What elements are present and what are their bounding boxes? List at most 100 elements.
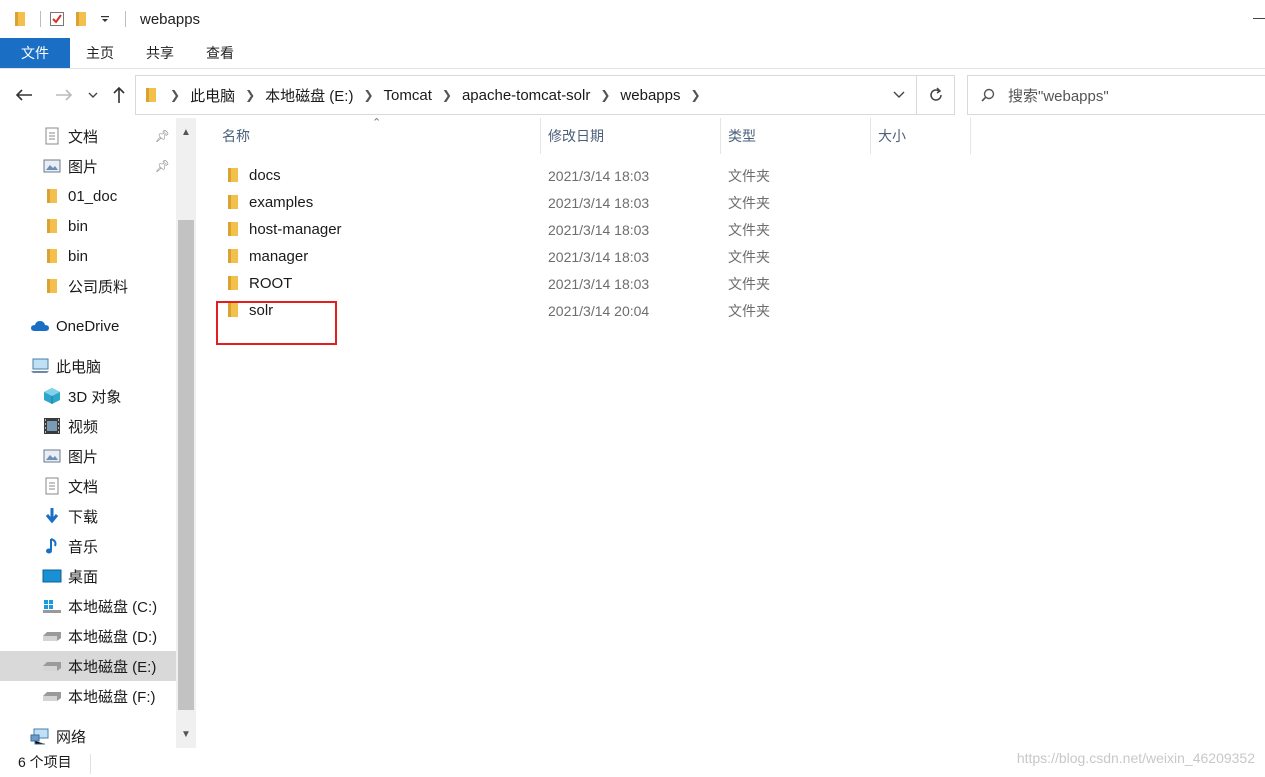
sidebar-item-drive-e[interactable]: 本地磁盘 (E:) <box>0 651 176 681</box>
file-modified: 2021/3/14 18:03 <box>548 275 650 292</box>
sidebar-item-bin[interactable]: bin <box>0 241 176 271</box>
column-header-type[interactable]: 类型 <box>728 118 756 154</box>
file-modified: 2021/3/14 18:03 <box>548 248 650 265</box>
file-row[interactable]: docs 2021/3/14 18:03 文件夹 <box>216 162 816 189</box>
back-button[interactable] <box>12 82 36 108</box>
sidebar-item-this-pc[interactable]: 此电脑 <box>0 351 176 381</box>
chevron-right-icon[interactable]: ❯ <box>594 88 616 102</box>
chevron-down-icon <box>88 92 98 98</box>
sidebar-item-videos[interactable]: 视频 <box>0 411 176 441</box>
folder-icon <box>42 216 62 236</box>
customize-dropdown-icon[interactable] <box>97 11 113 27</box>
forward-button[interactable] <box>52 82 76 108</box>
file-name: docs <box>249 167 281 184</box>
breadcrumb-apache-tomcat-solr[interactable]: apache-tomcat-solr <box>458 87 594 104</box>
sidebar-item-pictures[interactable]: 图片 <box>0 441 176 471</box>
column-divider[interactable] <box>720 118 721 154</box>
up-arrow-icon <box>113 86 125 103</box>
sidebar-item-documents-pinned[interactable]: 文档 📌︎ <box>0 121 176 151</box>
file-name: ROOT <box>249 275 293 292</box>
sidebar-item-documents[interactable]: 文档 <box>0 471 176 501</box>
recent-locations-button[interactable] <box>83 82 103 108</box>
address-history-button[interactable] <box>882 76 916 114</box>
sidebar-item-downloads[interactable]: 下载 <box>0 501 176 531</box>
pin-icon[interactable]: 📌︎ <box>155 159 170 173</box>
video-icon <box>42 416 62 436</box>
sidebar-item-label: 本地磁盘 (E:) <box>68 658 157 676</box>
chevron-right-icon[interactable]: ❯ <box>357 88 379 102</box>
file-row[interactable]: host-manager 2021/3/14 18:03 文件夹 <box>216 216 816 243</box>
sidebar-item-drive-f[interactable]: 本地磁盘 (F:) <box>0 681 176 711</box>
sidebar-item-drive-c[interactable]: 本地磁盘 (C:) <box>0 591 176 621</box>
sidebar-scrollbar[interactable]: ▲ ▼ <box>176 118 196 748</box>
file-name: examples <box>249 194 314 211</box>
sidebar-item-company-materials[interactable]: 公司质料 <box>0 271 176 301</box>
up-button[interactable] <box>107 82 131 108</box>
sidebar-item-onedrive[interactable]: OneDrive <box>0 311 176 341</box>
tab-file[interactable]: 文件 <box>0 38 70 68</box>
file-row[interactable]: manager 2021/3/14 18:03 文件夹 <box>216 243 816 270</box>
breadcrumb-webapps[interactable]: webapps <box>616 87 684 104</box>
sort-ascending-icon: ⌃ <box>372 117 382 129</box>
sidebar-item-label: 桌面 <box>68 568 99 586</box>
chevron-right-icon[interactable]: ❯ <box>436 88 458 102</box>
navigation-pane: 文档 📌︎ 图片 📌︎ 01_doc bin bin 公司质料 OneDrive… <box>0 118 198 748</box>
sidebar-item-label: 公司质料 <box>68 278 129 296</box>
scroll-down-icon[interactable]: ▼ <box>176 724 196 744</box>
address-bar[interactable]: ❯ 此电脑 ❯ 本地磁盘 (E:) ❯ Tomcat ❯ apache-tomc… <box>135 75 955 115</box>
sidebar-item-label: 视频 <box>68 418 99 436</box>
folder-icon <box>144 87 158 103</box>
column-divider[interactable] <box>540 118 541 154</box>
sidebar-item-pictures-pinned[interactable]: 图片 📌︎ <box>0 151 176 181</box>
file-modified: 2021/3/14 18:03 <box>548 167 650 184</box>
file-type: 文件夹 <box>728 275 770 292</box>
file-row[interactable]: examples 2021/3/14 18:03 文件夹 <box>216 189 816 216</box>
sidebar-item-label: 音乐 <box>68 538 99 556</box>
sidebar-item-music[interactable]: 音乐 <box>0 531 176 561</box>
tab-view[interactable]: 查看 <box>190 38 250 68</box>
new-folder-icon[interactable] <box>73 11 89 27</box>
picture-icon <box>42 446 62 466</box>
scrollbar-thumb[interactable] <box>178 220 194 710</box>
sidebar-item-label: 本地磁盘 (C:) <box>68 598 158 616</box>
file-modified: 2021/3/14 18:03 <box>548 194 650 211</box>
chevron-right-icon[interactable]: ❯ <box>239 88 261 102</box>
sidebar-item-network[interactable]: 网络 <box>0 721 176 751</box>
breadcrumb-tomcat[interactable]: Tomcat <box>380 87 436 104</box>
column-header-name[interactable]: 名称 <box>222 118 250 154</box>
chevron-down-icon <box>893 91 905 98</box>
minimize-button[interactable] <box>1253 18 1265 19</box>
breadcrumb-drive-e[interactable]: 本地磁盘 (E:) <box>261 85 357 106</box>
tab-share[interactable]: 共享 <box>130 38 190 68</box>
folder-icon <box>226 221 242 237</box>
pin-icon[interactable]: 📌︎ <box>155 129 170 143</box>
column-header-size[interactable]: 大小 <box>878 118 906 154</box>
column-divider[interactable] <box>870 118 871 154</box>
refresh-icon <box>929 87 942 101</box>
breadcrumb: ❯ 此电脑 ❯ 本地磁盘 (E:) ❯ Tomcat ❯ apache-tomc… <box>136 76 882 114</box>
refresh-button[interactable] <box>916 76 954 114</box>
tab-home[interactable]: 主页 <box>70 38 130 68</box>
sidebar-item-3d-objects[interactable]: 3D 对象 <box>0 381 176 411</box>
quick-access-toolbar <box>0 0 134 38</box>
column-header-modified[interactable]: 修改日期 <box>548 118 604 154</box>
sidebar-item-label: 本地磁盘 (D:) <box>68 628 158 646</box>
forward-arrow-icon <box>56 89 73 101</box>
sidebar-item-label: OneDrive <box>56 317 120 335</box>
scroll-up-icon[interactable]: ▲ <box>176 122 196 142</box>
sidebar-item-01-doc[interactable]: 01_doc <box>0 181 176 211</box>
search-box[interactable]: 搜索"webapps" <box>967 75 1265 115</box>
properties-checkmark-icon[interactable] <box>49 11 65 27</box>
sidebar-item-label: bin <box>68 247 89 265</box>
sidebar-item-bin[interactable]: bin <box>0 211 176 241</box>
status-divider <box>90 754 91 774</box>
chevron-right-icon[interactable]: ❯ <box>164 88 186 102</box>
sidebar-item-desktop[interactable]: 桌面 <box>0 561 176 591</box>
column-divider[interactable] <box>970 118 971 154</box>
desktop-icon <box>42 566 62 586</box>
file-row[interactable]: ROOT 2021/3/14 18:03 文件夹 <box>216 270 816 297</box>
sidebar-item-label: bin <box>68 217 89 235</box>
breadcrumb-this-pc[interactable]: 此电脑 <box>186 85 239 106</box>
sidebar-item-drive-d[interactable]: 本地磁盘 (D:) <box>0 621 176 651</box>
chevron-right-icon[interactable]: ❯ <box>684 88 706 102</box>
